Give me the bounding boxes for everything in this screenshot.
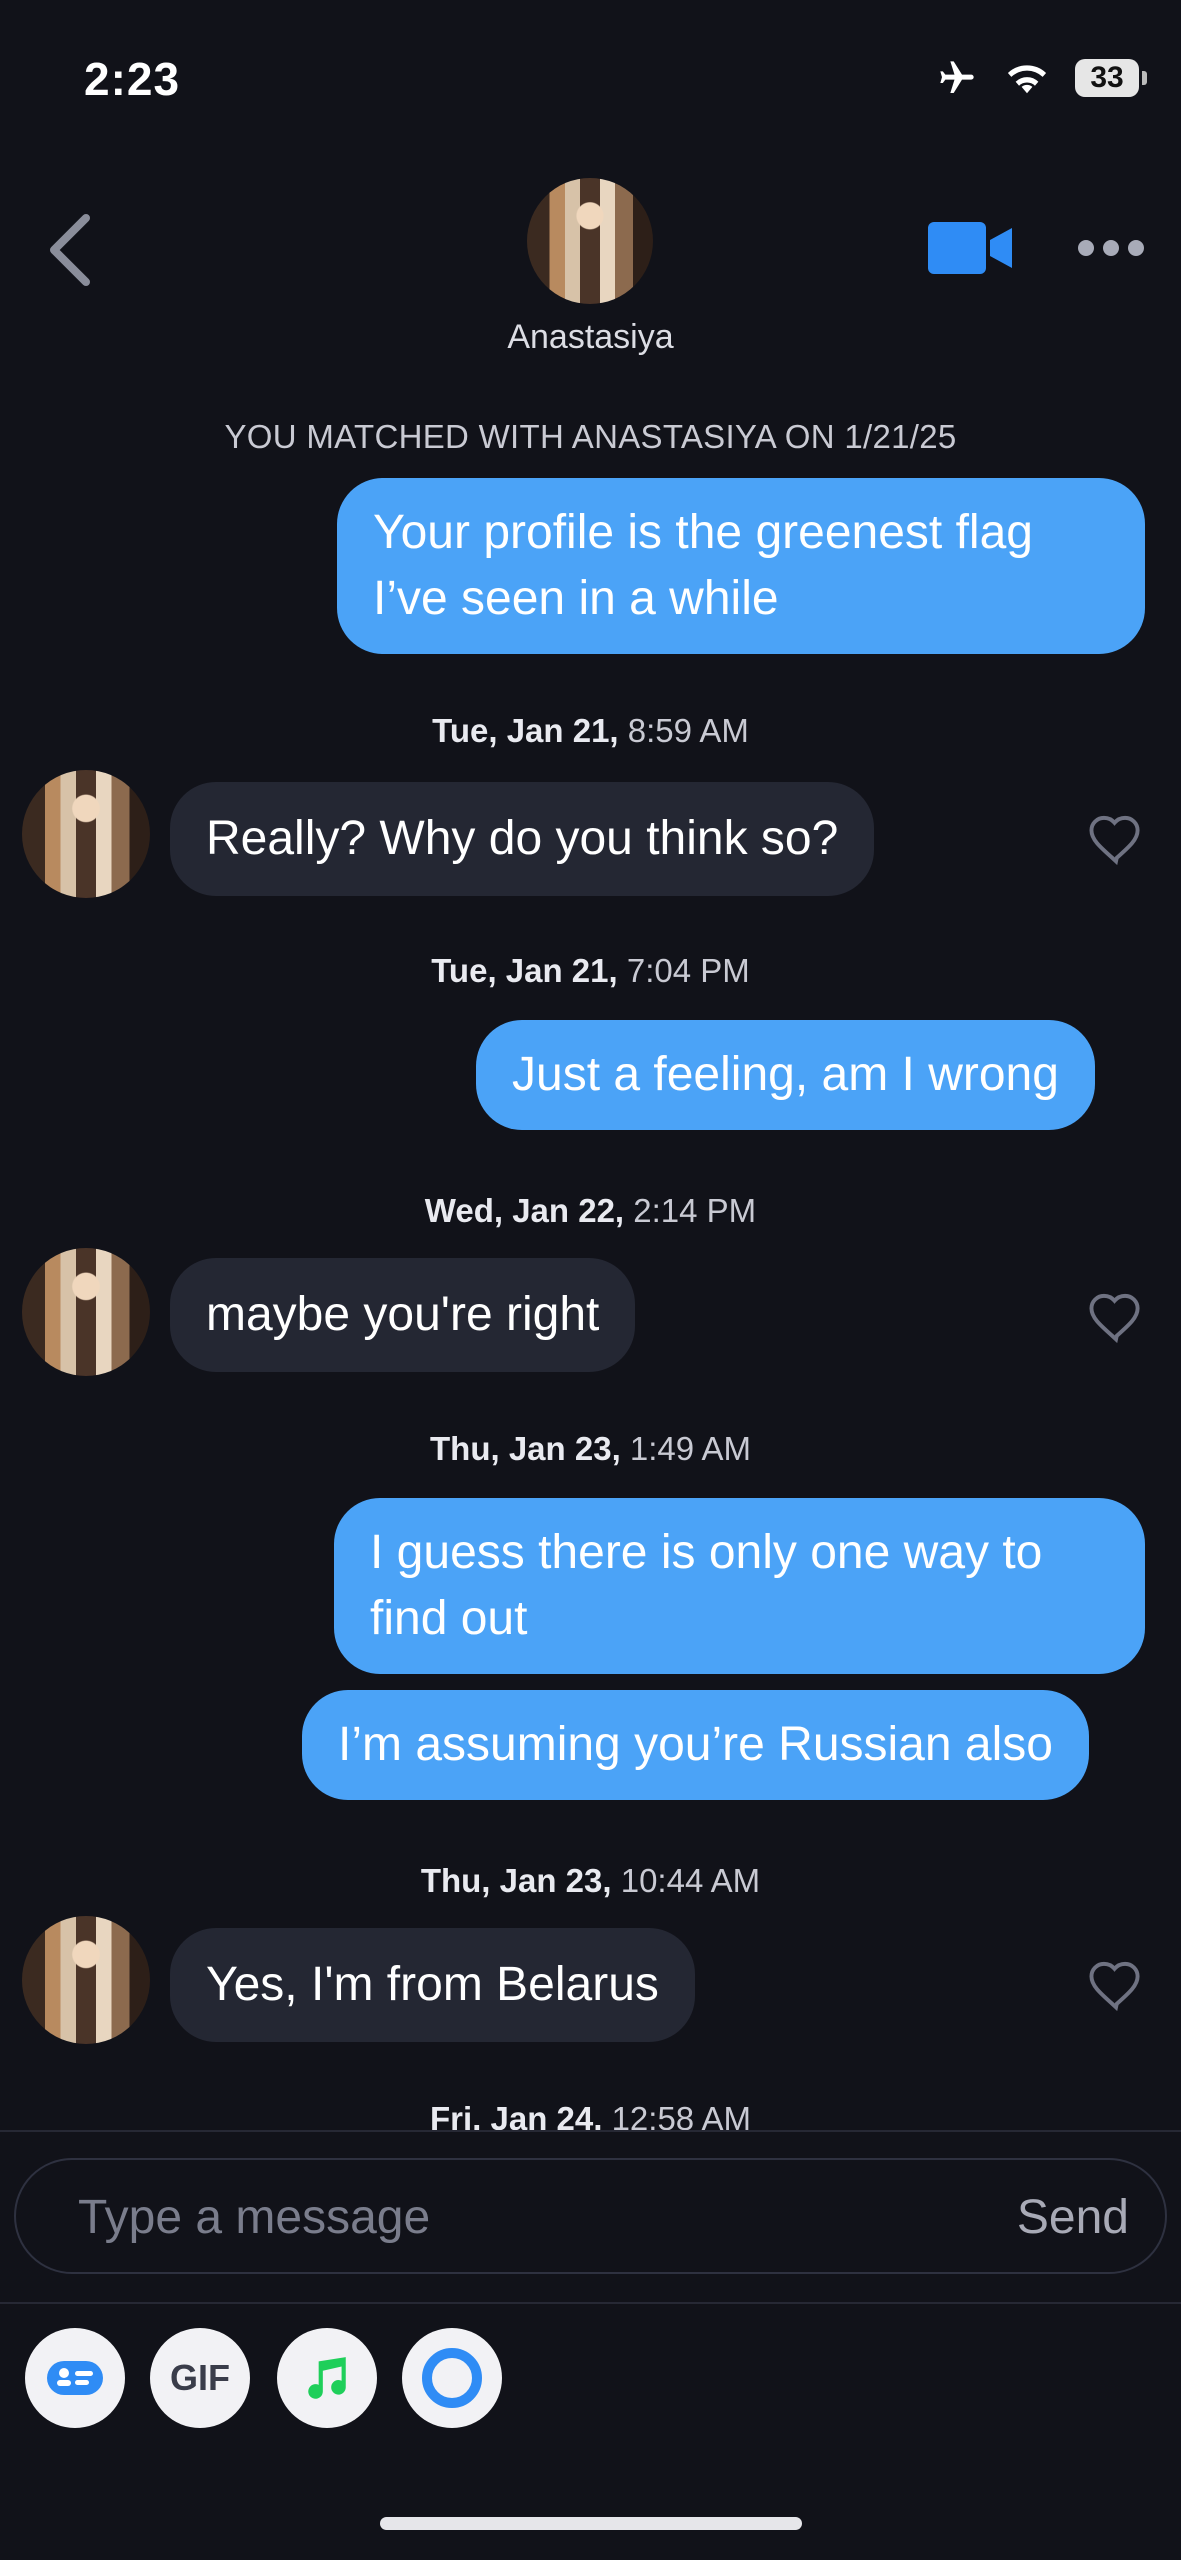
message-avatar[interactable] xyxy=(22,770,150,898)
message-avatar[interactable] xyxy=(22,1916,150,2044)
message-timestamp: Fri, Jan 24, 12:58 AM xyxy=(429,2100,752,2130)
message-composer: Send xyxy=(14,2158,1167,2274)
airplane-icon xyxy=(940,61,974,93)
send-button[interactable]: Send xyxy=(1017,2190,1129,2245)
outgoing-message[interactable]: Just a feeling, am I wrong xyxy=(476,1020,1095,1130)
incoming-message[interactable]: Yes, I'm from Belarus xyxy=(170,1928,695,2042)
status-time: 2:23 xyxy=(84,53,181,105)
match-banner: YOU MATCHED WITH ANASTASIYA ON 1/21/25 xyxy=(224,418,957,455)
toolbar-divider xyxy=(0,2302,1181,2304)
message-input[interactable] xyxy=(76,2180,960,2254)
message-timestamp: Thu, Jan 23, 10:44 AM xyxy=(420,1862,761,1899)
battery-icon: 33 xyxy=(1075,59,1147,97)
outgoing-message[interactable]: I guess there is only one way to find ou… xyxy=(334,1498,1145,1674)
incoming-message[interactable]: Really? Why do you think so? xyxy=(170,782,875,896)
message-timestamp: Thu, Jan 23, 1:49 AM xyxy=(430,1430,751,1467)
gif-button[interactable]: GIF xyxy=(150,2328,250,2428)
contact-name[interactable]: Anastasiya xyxy=(0,318,1181,357)
composer-divider xyxy=(0,2130,1181,2132)
wifi-icon xyxy=(1007,65,1047,94)
message-timestamp: Tue, Jan 21, 8:59 AM xyxy=(432,712,749,749)
home-indicator[interactable] xyxy=(380,2517,802,2530)
status-icons: 33 xyxy=(935,58,1147,98)
heart-icon[interactable] xyxy=(1086,1289,1146,1343)
message-avatar[interactable] xyxy=(22,1248,150,1376)
music-button[interactable] xyxy=(277,2328,377,2428)
outgoing-message[interactable]: Your profile is the greenest flag I’ve s… xyxy=(337,478,1145,654)
sticker-card-icon xyxy=(47,2361,103,2395)
incoming-message[interactable]: maybe you're right xyxy=(170,1258,636,1372)
ring-icon xyxy=(422,2348,482,2408)
outgoing-message[interactable]: I’m assuming you’re Russian also xyxy=(302,1690,1089,1800)
more-icon[interactable] xyxy=(1076,236,1146,260)
video-call-icon[interactable] xyxy=(928,220,1014,276)
back-chevron-icon[interactable] xyxy=(42,210,98,290)
heart-icon[interactable] xyxy=(1086,1957,1146,2011)
message-timestamp: Wed, Jan 22, 2:14 PM xyxy=(424,1192,757,1229)
contact-avatar[interactable] xyxy=(527,178,653,304)
sticker-card-button[interactable] xyxy=(25,2328,125,2428)
message-timestamp: Tue, Jan 21, 7:04 PM xyxy=(431,952,750,989)
music-note-icon xyxy=(308,2357,346,2399)
heart-icon[interactable] xyxy=(1086,811,1146,865)
ring-button[interactable] xyxy=(402,2328,502,2428)
